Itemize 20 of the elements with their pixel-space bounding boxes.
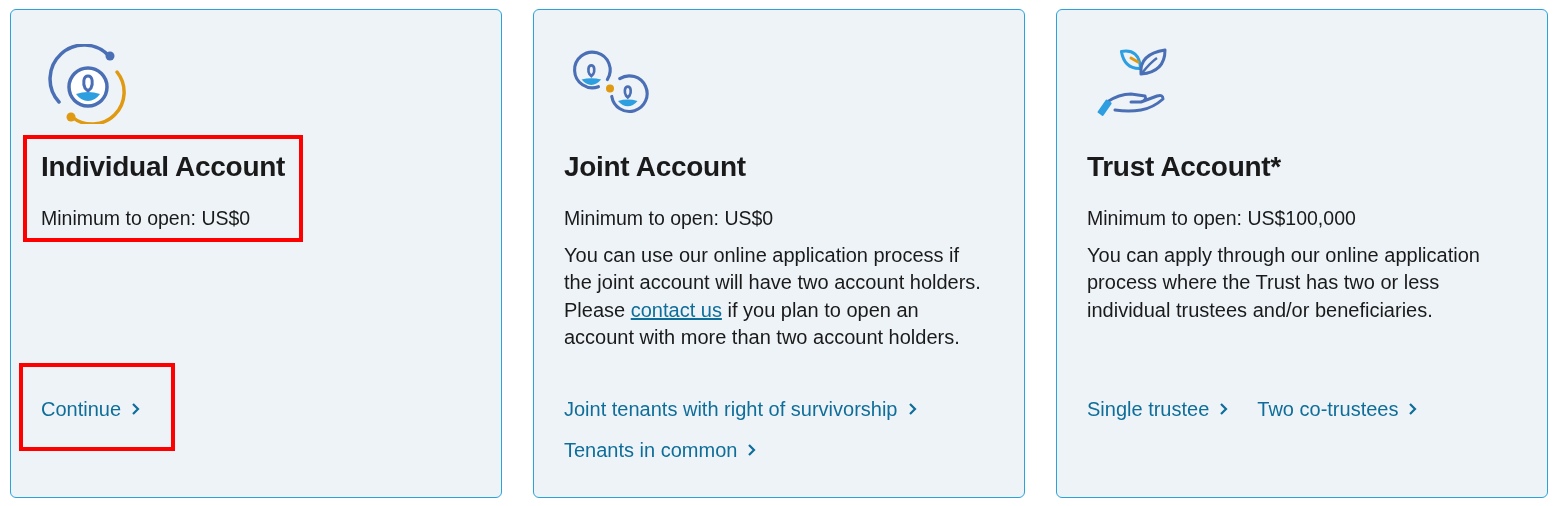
minimum-amount: Minimum to open: US$0 [41,206,252,230]
chevron-right-icon [1219,402,1230,416]
card-description: You can apply through our online application process where the Trust has two or less individual trustees and/or beneficiaries. [1087,243,1481,323]
option-link[interactable]: Two co-trustees [1257,396,1419,422]
option-link[interactable]: Joint tenants with right of survivorship [564,396,918,422]
chevron-right-icon [1408,402,1419,416]
minimum-amount: Minimum to open: US$0 [564,206,774,230]
card-description: You can use our online application process if the joint account will have two account holders. Please contact us if you plan to open an account with more than two account holders. [564,243,982,351]
option-link[interactable]: Tenants in common [564,437,758,463]
chevron-right-icon [747,443,758,457]
chevron-right-icon [131,402,142,416]
contact-link[interactable]: contact us [630,298,722,321]
card-title: Trust Account* [1087,150,1282,184]
person-orbit-icon [47,44,127,124]
card-title: Individual Account [41,150,286,184]
option-link[interactable]: Continue [41,396,142,422]
card-title: Joint Account [564,150,747,184]
chevron-right-icon [907,402,918,416]
minimum-amount: Minimum to open: US$100,000 [1087,206,1356,230]
option-link[interactable]: Single trustee [1087,396,1230,422]
